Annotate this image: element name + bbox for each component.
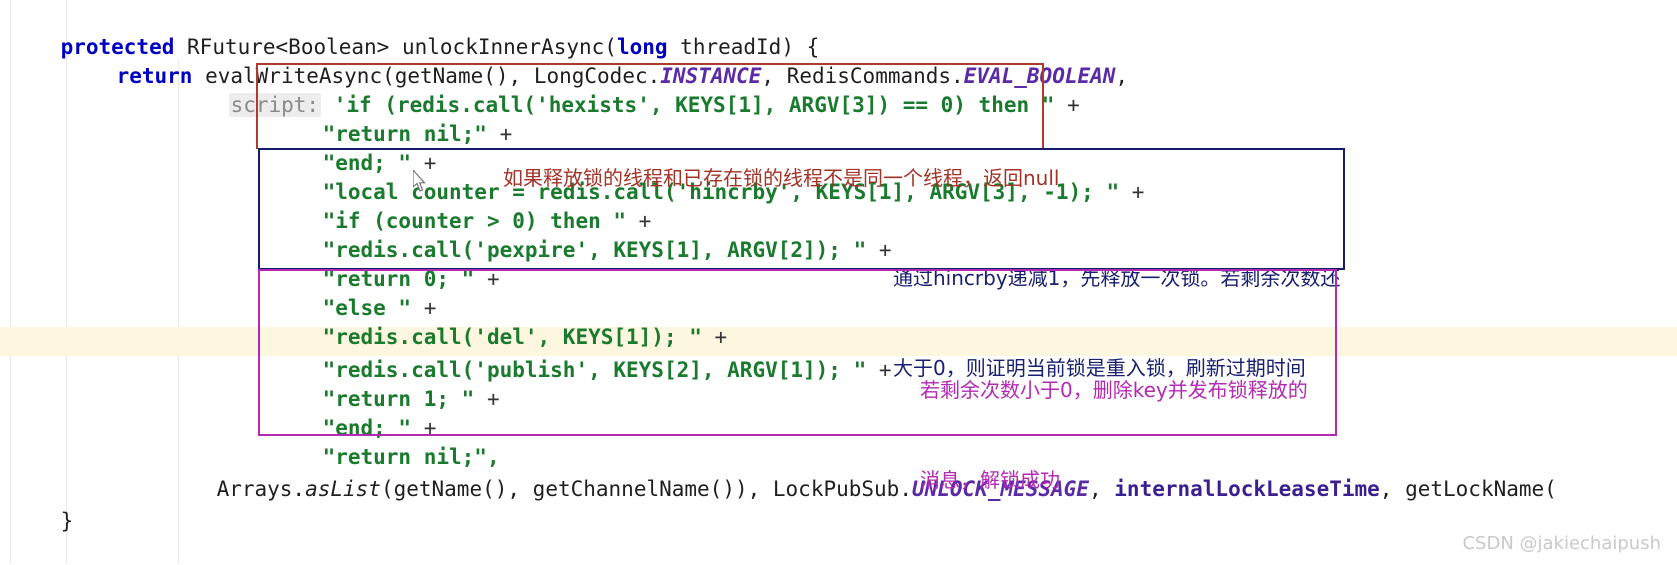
get-lock-name-call: , getLockName( bbox=[1379, 477, 1557, 501]
arrays-prefix: Arrays. bbox=[216, 477, 306, 501]
csdn-watermark: CSDN @jakiechaipush bbox=[1462, 533, 1661, 554]
annotation-text-magenta: 若剩余次数小于0，删除key并发布锁释放的 消息，解锁成功 bbox=[920, 315, 1308, 555]
annotation-magenta-line-1: 若剩余次数小于0，删除key并发布锁释放的 bbox=[920, 378, 1308, 402]
lock-pubsub-ref: (getName(), getChannelName()), LockPubSu… bbox=[380, 477, 912, 501]
close-brace: } bbox=[60, 509, 74, 533]
code-editor[interactable]: protected RFuture<Boolean> unlockInnerAs… bbox=[0, 0, 1677, 564]
annotation-magenta-line-2: 消息，解锁成功 bbox=[920, 468, 1060, 492]
concat-plus: + bbox=[1067, 93, 1080, 117]
as-list-method: asList bbox=[305, 477, 381, 501]
code-line-17[interactable]: } bbox=[10, 478, 74, 565]
code-line-16[interactable]: Arrays.asList(getName(), getChannelName(… bbox=[166, 446, 1557, 533]
